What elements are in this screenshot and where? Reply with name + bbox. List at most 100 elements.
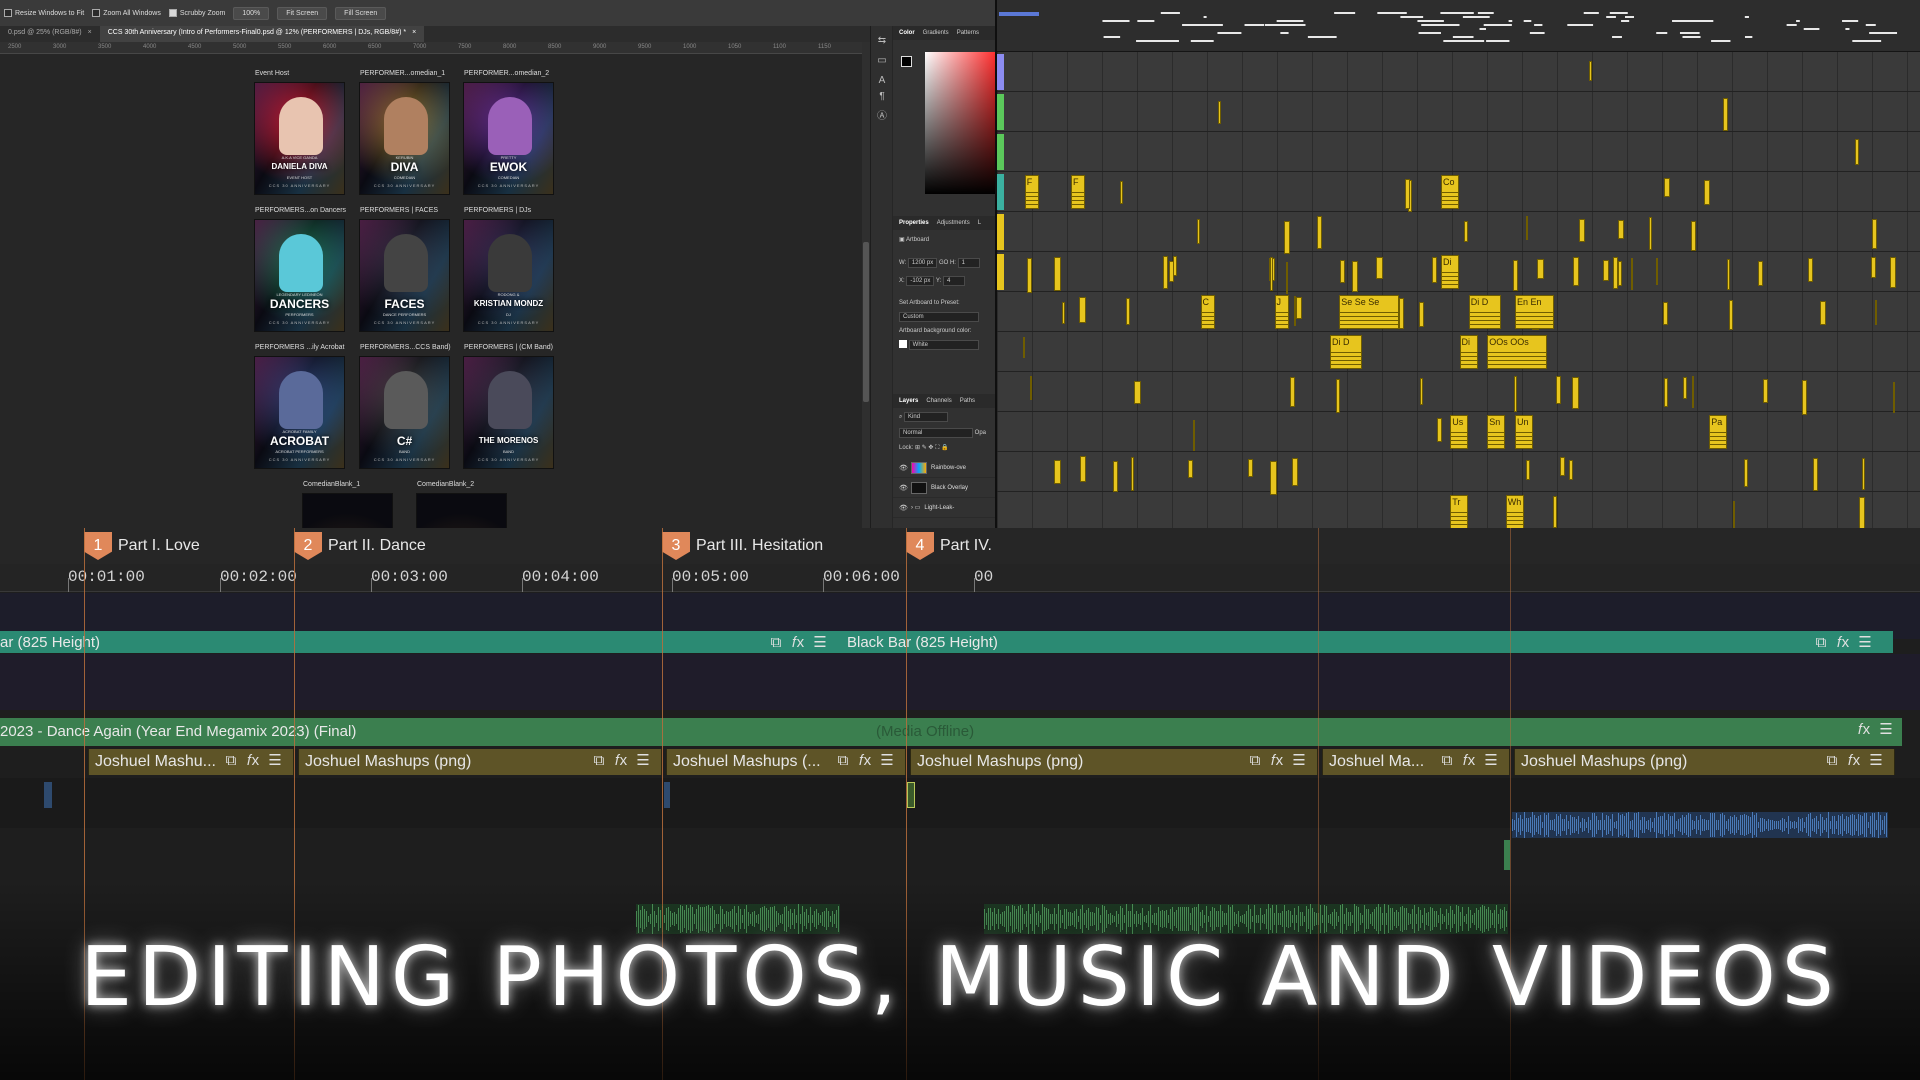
track-color-tab[interactable]	[997, 134, 1004, 170]
midi-clip[interactable]	[1758, 261, 1763, 286]
visibility-eye-icon[interactable]: 👁	[899, 504, 908, 512]
midi-clip[interactable]: Pa	[1709, 415, 1728, 449]
artboard-label[interactable]: Event Host	[255, 70, 289, 77]
midi-clip[interactable]	[1134, 380, 1142, 405]
track-color-tab[interactable]	[997, 214, 1004, 250]
scrollbar-thumb[interactable]	[863, 242, 869, 402]
marker-flag[interactable]: 4	[906, 532, 934, 560]
artboard-label[interactable]: PERFORMERS ...ily Acrobat	[255, 344, 344, 351]
visibility-eye-icon[interactable]: 👁	[899, 464, 908, 472]
midi-clip[interactable]: OOs OOs	[1487, 335, 1548, 369]
midi-clip[interactable]	[1855, 139, 1859, 166]
fit-screen-button[interactable]: Fit Screen	[277, 6, 328, 20]
crop-icon[interactable]: ⧉	[1824, 753, 1840, 769]
midi-clip[interactable]	[1463, 221, 1468, 243]
artboard-label[interactable]: PERFORMERS | (CM Band)	[464, 344, 553, 351]
tab-color[interactable]: Color	[899, 30, 915, 36]
timeline-marker[interactable]: 3 Part III. Hesitation	[662, 532, 823, 560]
fx-icon[interactable]: 𝑓x	[245, 753, 261, 769]
midi-clip[interactable]	[1617, 260, 1622, 286]
overlay-clip[interactable]: Black Bar (825 Height) ⧉ 𝑓x ☰	[845, 631, 1893, 653]
midi-clip[interactable]	[1514, 376, 1518, 413]
layer-row[interactable]: 👁 Black Overlay	[893, 478, 995, 498]
midi-clip[interactable]	[1573, 256, 1580, 286]
timeline-marker[interactable]: 4 Part IV.	[906, 532, 992, 560]
midi-clip[interactable]: Sn	[1487, 415, 1506, 449]
menu-icon[interactable]: ☰	[879, 753, 895, 769]
midi-clip[interactable]	[1861, 458, 1866, 490]
lock-icon[interactable]: ⊞ ✎ ✥ ⛶ 🔒	[915, 445, 948, 451]
midi-clip[interactable]	[1125, 298, 1131, 326]
midi-clip[interactable]: F	[1071, 175, 1085, 209]
midi-clip[interactable]	[1289, 377, 1296, 407]
midi-clip[interactable]	[1163, 256, 1169, 289]
midi-clip[interactable]	[1029, 376, 1032, 401]
overlay-clip[interactable]: ar (825 Height) ⧉ 𝑓x ☰	[0, 631, 845, 653]
height-field[interactable]: 1	[957, 258, 980, 268]
artboard-thumbnail[interactable]: ACROBAT FAMILY ACROBAT ACROBAT PERFORMERS C…	[254, 356, 345, 469]
midi-clip[interactable]	[1376, 257, 1383, 279]
document-tab-1[interactable]: 0.psd @ 25% (RGB/8#) ×	[0, 26, 100, 42]
image-clip[interactable]: Joshuel Mashu... ⧉ 𝑓x ☰	[88, 749, 294, 775]
menu-icon[interactable]: ☰	[1857, 635, 1873, 651]
zoom-100-button[interactable]: 100%	[233, 6, 270, 20]
preset-select[interactable]: Custom	[899, 312, 979, 322]
artboard-thumbnail[interactable]: RODONG & KRISTIAN MONDZ DJ CCS 30 ANNIVERSA…	[463, 219, 554, 332]
midi-clip[interactable]: C	[1200, 295, 1215, 329]
fx-icon[interactable]: 𝑓x	[857, 753, 873, 769]
midi-clip[interactable]	[1270, 461, 1277, 496]
midi-clip[interactable]: Tr	[1450, 495, 1469, 529]
glyphs-icon[interactable]: Ⓐ	[875, 110, 889, 124]
midi-clip[interactable]	[1537, 259, 1544, 279]
midi-clip[interactable]: Wh	[1505, 495, 1524, 529]
tab-paths[interactable]: Paths	[960, 398, 975, 404]
midi-clip[interactable]	[1617, 220, 1625, 239]
track-lane[interactable]	[997, 52, 1920, 92]
midi-clip[interactable]	[1525, 216, 1528, 240]
midi-clip[interactable]	[1335, 378, 1340, 414]
midi-clip[interactable]	[1431, 256, 1437, 283]
menu-icon[interactable]: ☰	[812, 635, 828, 651]
midi-clip[interactable]	[1187, 459, 1193, 478]
midi-clip[interactable]	[1579, 218, 1586, 242]
image-clip[interactable]: Joshuel Mashups (png) ⧉ 𝑓x ☰	[1514, 749, 1895, 775]
track-lane[interactable]	[997, 332, 1920, 372]
menu-icon[interactable]: ☰	[1878, 722, 1894, 738]
tab-properties[interactable]: Properties	[899, 220, 929, 226]
midi-clip[interactable]	[1113, 460, 1118, 492]
midi-clip[interactable]	[1399, 297, 1405, 329]
scrubby-zoom-option[interactable]: Scrubby Zoom	[168, 9, 225, 17]
artboard-label[interactable]: PERFORMERS | FACES	[360, 207, 438, 214]
fx-icon[interactable]: 𝑓x	[1269, 753, 1285, 769]
midi-clip[interactable]	[1192, 419, 1196, 452]
close-icon[interactable]: ×	[412, 29, 416, 39]
image-clip[interactable]: Joshuel Mashups (png) ⧉ 𝑓x ☰	[298, 749, 662, 775]
timeline-marker[interactable]: 1 Part I. Love	[84, 532, 200, 560]
zoom-all-option[interactable]: Zoom All Windows	[92, 9, 161, 17]
tab-channels[interactable]: Channels	[926, 398, 951, 404]
midi-clip[interactable]	[1339, 259, 1345, 283]
midi-clip[interactable]: F	[1024, 175, 1039, 209]
midi-clip[interactable]	[1560, 456, 1566, 477]
midi-clip[interactable]	[1291, 457, 1299, 487]
midi-clip[interactable]	[1285, 261, 1289, 294]
y-field[interactable]: 4	[942, 276, 965, 286]
link-label[interactable]: GO	[939, 260, 948, 266]
layer-row[interactable]: 👁 Rainbow-ove	[893, 458, 995, 478]
midi-clip[interactable]	[1569, 460, 1573, 480]
foreground-color-swatch[interactable]	[901, 56, 912, 67]
midi-clip[interactable]	[1801, 379, 1807, 415]
midi-clip[interactable]	[1663, 178, 1671, 197]
midi-clip[interactable]	[1053, 459, 1061, 485]
paragraph-icon[interactable]: ¶	[875, 90, 889, 104]
midi-clip[interactable]	[1295, 296, 1303, 319]
artboard-label[interactable]: PERFORMERS...on Dancers	[255, 207, 346, 214]
fx-icon[interactable]: 𝑓x	[613, 753, 629, 769]
midi-clip[interactable]	[1892, 381, 1895, 413]
midi-clip[interactable]	[1078, 297, 1086, 323]
midi-clip[interactable]	[1664, 378, 1669, 407]
midi-clip[interactable]	[1293, 296, 1297, 327]
track-lane[interactable]	[997, 292, 1920, 332]
midi-clip[interactable]	[1419, 301, 1425, 327]
midi-clip[interactable]	[1217, 100, 1221, 125]
